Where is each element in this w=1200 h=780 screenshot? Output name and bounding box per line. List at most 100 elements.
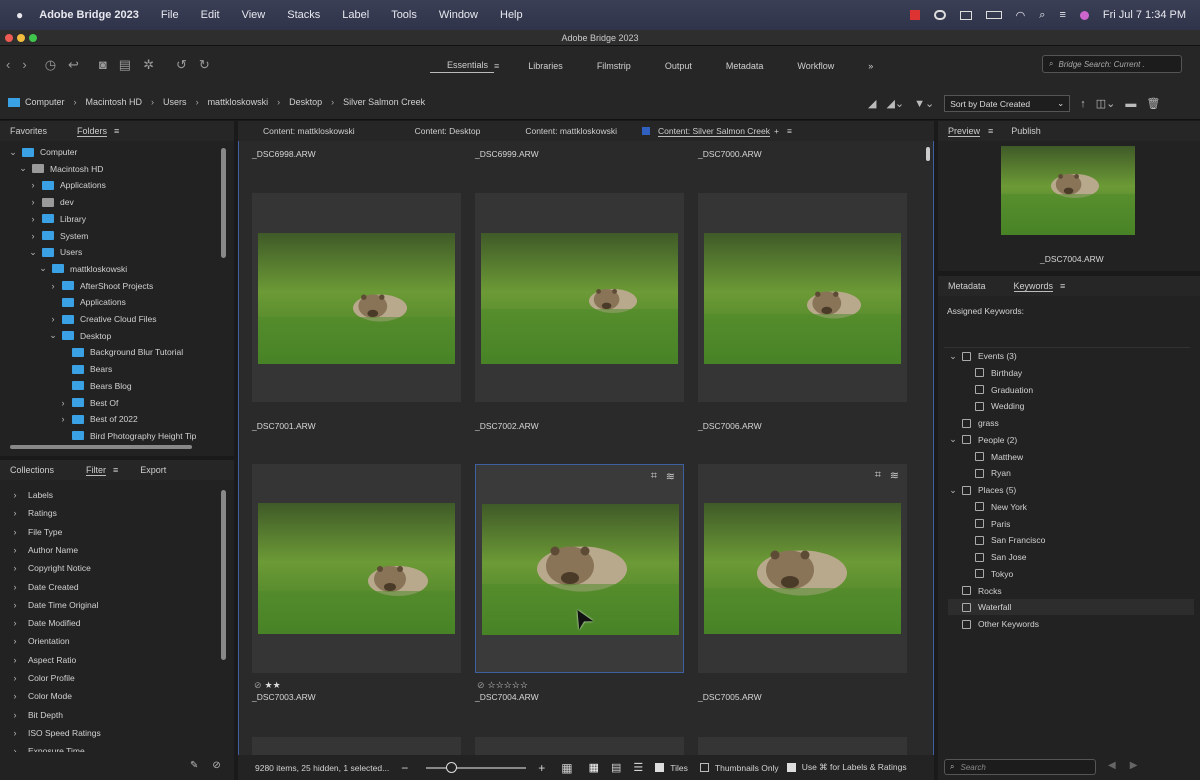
keyword-checkbox[interactable] (975, 385, 984, 394)
keyword-checkbox[interactable] (962, 485, 971, 495)
folder-item[interactable]: › AfterShoot Projects (48, 278, 154, 294)
keyword-checkbox[interactable] (975, 368, 984, 378)
keyword-checkbox[interactable] (975, 401, 984, 411)
filter-item[interactable]: › Author Name (10, 541, 79, 559)
content-tab[interactable]: Content: mattkloskowski (525, 126, 617, 136)
folder-item[interactable]: › Creative Cloud Files (48, 311, 157, 327)
keyword-checkbox[interactable] (975, 452, 984, 461)
preview-image[interactable] (1001, 146, 1135, 235)
folder-item[interactable]: › Best of 2022 (58, 411, 138, 427)
zoom-in-icon[interactable]: + (538, 761, 545, 775)
thumbnail-image[interactable] (258, 233, 455, 364)
chevron-right-icon[interactable]: › (10, 508, 20, 518)
chevron-right-icon[interactable]: › (10, 582, 20, 592)
keyword-item[interactable]: Wedding (975, 398, 1024, 414)
keyword-item[interactable]: ⌄ Events (3) (948, 348, 1017, 364)
slider-thumb[interactable] (446, 761, 458, 773)
workspace-tab-libraries[interactable]: Libraries (511, 61, 580, 71)
keyword-checkbox[interactable] (975, 502, 984, 512)
chevron-right-icon[interactable]: › (10, 655, 20, 665)
content-tab[interactable]: Content: Desktop (415, 126, 481, 136)
keyword-item[interactable]: Tokyo (975, 566, 1013, 582)
panel-menu-icon[interactable]: ≡ (113, 465, 118, 475)
menu-help[interactable]: Help (500, 9, 523, 21)
thumbnail-image[interactable] (258, 503, 455, 634)
chevron-right-icon[interactable]: › (10, 636, 20, 646)
filter-item[interactable]: › Bit Depth (10, 706, 63, 724)
open-with-icon[interactable]: ✲ (143, 57, 154, 73)
workspace-tab-output[interactable]: Output (648, 61, 709, 71)
chevron-right-icon[interactable]: › (10, 691, 20, 701)
thumbnail-filename[interactable]: _DSC6999.ARW (475, 149, 539, 159)
keyword-item[interactable]: Rocks (948, 583, 1002, 599)
forward-icon[interactable]: › (22, 57, 26, 73)
keyword-item[interactable]: San Jose (975, 549, 1026, 565)
filter-item[interactable]: › Exposure Time (10, 742, 85, 752)
menu-tools[interactable]: Tools (391, 9, 417, 21)
folder-item[interactable]: Applications (48, 294, 126, 310)
keyword-item[interactable]: New York (975, 499, 1027, 515)
sort-direction-icon[interactable]: ↑ (1080, 98, 1086, 110)
chevron-icon[interactable]: ⌄ (18, 163, 28, 174)
keyword-item[interactable]: ⌄ People (2) (948, 432, 1017, 448)
keyword-search[interactable]: ⌕ Search (944, 759, 1096, 775)
back-icon[interactable]: ‹ (6, 57, 10, 73)
folder-item[interactable]: › System (28, 228, 89, 244)
zoom-window-button[interactable] (29, 34, 37, 42)
stars[interactable]: ☆☆☆☆☆ (488, 680, 528, 691)
chevron-down-icon[interactable]: ⌄ (948, 434, 958, 445)
sort-dropdown[interactable]: Sort by Date Created ⌄ (944, 95, 1071, 112)
folder-item[interactable]: › Best Of (58, 395, 119, 411)
keyword-item[interactable]: grass (948, 415, 999, 431)
previous-match-icon[interactable]: ◀ (1108, 760, 1116, 771)
chevron-icon[interactable]: ⌄ (28, 247, 38, 258)
menu-file[interactable]: File (161, 9, 179, 21)
thumbnail-image[interactable] (704, 233, 901, 364)
thumbnail-image[interactable] (704, 503, 901, 634)
keyword-checkbox[interactable] (962, 586, 971, 595)
thumbnail-filename[interactable]: _DSC7000.ARW (698, 149, 762, 159)
folder-item[interactable]: ⌄ Macintosh HD (18, 161, 103, 177)
keyword-item[interactable]: Ryan (975, 465, 1011, 481)
folder-item[interactable]: Background Blur Tutorial (58, 344, 183, 360)
menu-label[interactable]: Label (342, 9, 369, 21)
filter-item[interactable]: › Color Profile (10, 669, 75, 687)
keyword-item[interactable]: Waterfall (948, 599, 1194, 616)
chevron-icon[interactable]: › (48, 281, 58, 291)
thumbnail-cell[interactable] (698, 737, 907, 755)
thumbnail-filename[interactable]: _DSC7005.ARW (698, 692, 762, 702)
keyword-item[interactable]: Paris (975, 516, 1010, 532)
chevron-right-icon[interactable]: › (10, 563, 20, 573)
folder-item[interactable]: Bears Blog (58, 378, 132, 394)
folder-item[interactable]: › Applications (28, 177, 106, 193)
thumbnail-cell[interactable] (252, 737, 461, 755)
grid-lock-icon[interactable]: ▦ (561, 761, 572, 775)
tab-keywords[interactable]: Keywords (1013, 281, 1054, 292)
chevron-right-icon[interactable]: › (10, 746, 20, 752)
tab-folders[interactable]: Folders (77, 126, 108, 137)
chevron-right-icon[interactable]: › (10, 527, 20, 537)
thumbnail-cell[interactable] (698, 193, 907, 402)
tab-publish[interactable]: Publish (1011, 126, 1041, 136)
keyword-checkbox[interactable] (962, 351, 971, 361)
rotate-left-icon[interactable]: ↺ (176, 57, 187, 73)
rating-stars[interactable]: ⊘ ☆☆☆☆☆ (477, 680, 528, 691)
quality-icon[interactable]: ◢ (868, 97, 876, 110)
workspace-tab-metadata[interactable]: Metadata (709, 61, 781, 71)
folder-hscrollbar[interactable] (10, 445, 192, 449)
menu-edit[interactable]: Edit (201, 9, 220, 21)
boomerang-icon[interactable]: ↩ (68, 57, 79, 73)
next-match-icon[interactable]: ▶ (1130, 760, 1138, 771)
thumbnails-only-checkbox[interactable] (699, 763, 709, 772)
breadcrumb-item[interactable]: Computer (25, 97, 65, 107)
chevron-down-icon[interactable]: ⌄ (948, 351, 958, 362)
folder-item[interactable]: › Library (28, 211, 86, 227)
tab-metadata[interactable]: Metadata (948, 281, 986, 291)
filter-icon[interactable]: ▼⌄ (914, 97, 934, 110)
chevron-right-icon[interactable]: › (10, 673, 20, 683)
filter-item[interactable]: › Copyright Notice (10, 559, 91, 577)
filter-item[interactable]: › Ratings (10, 504, 57, 522)
content-scrollbar[interactable] (926, 147, 930, 161)
breadcrumb-item[interactable]: Desktop (289, 97, 322, 107)
rotate-right-icon[interactable]: ↻ (199, 57, 210, 73)
